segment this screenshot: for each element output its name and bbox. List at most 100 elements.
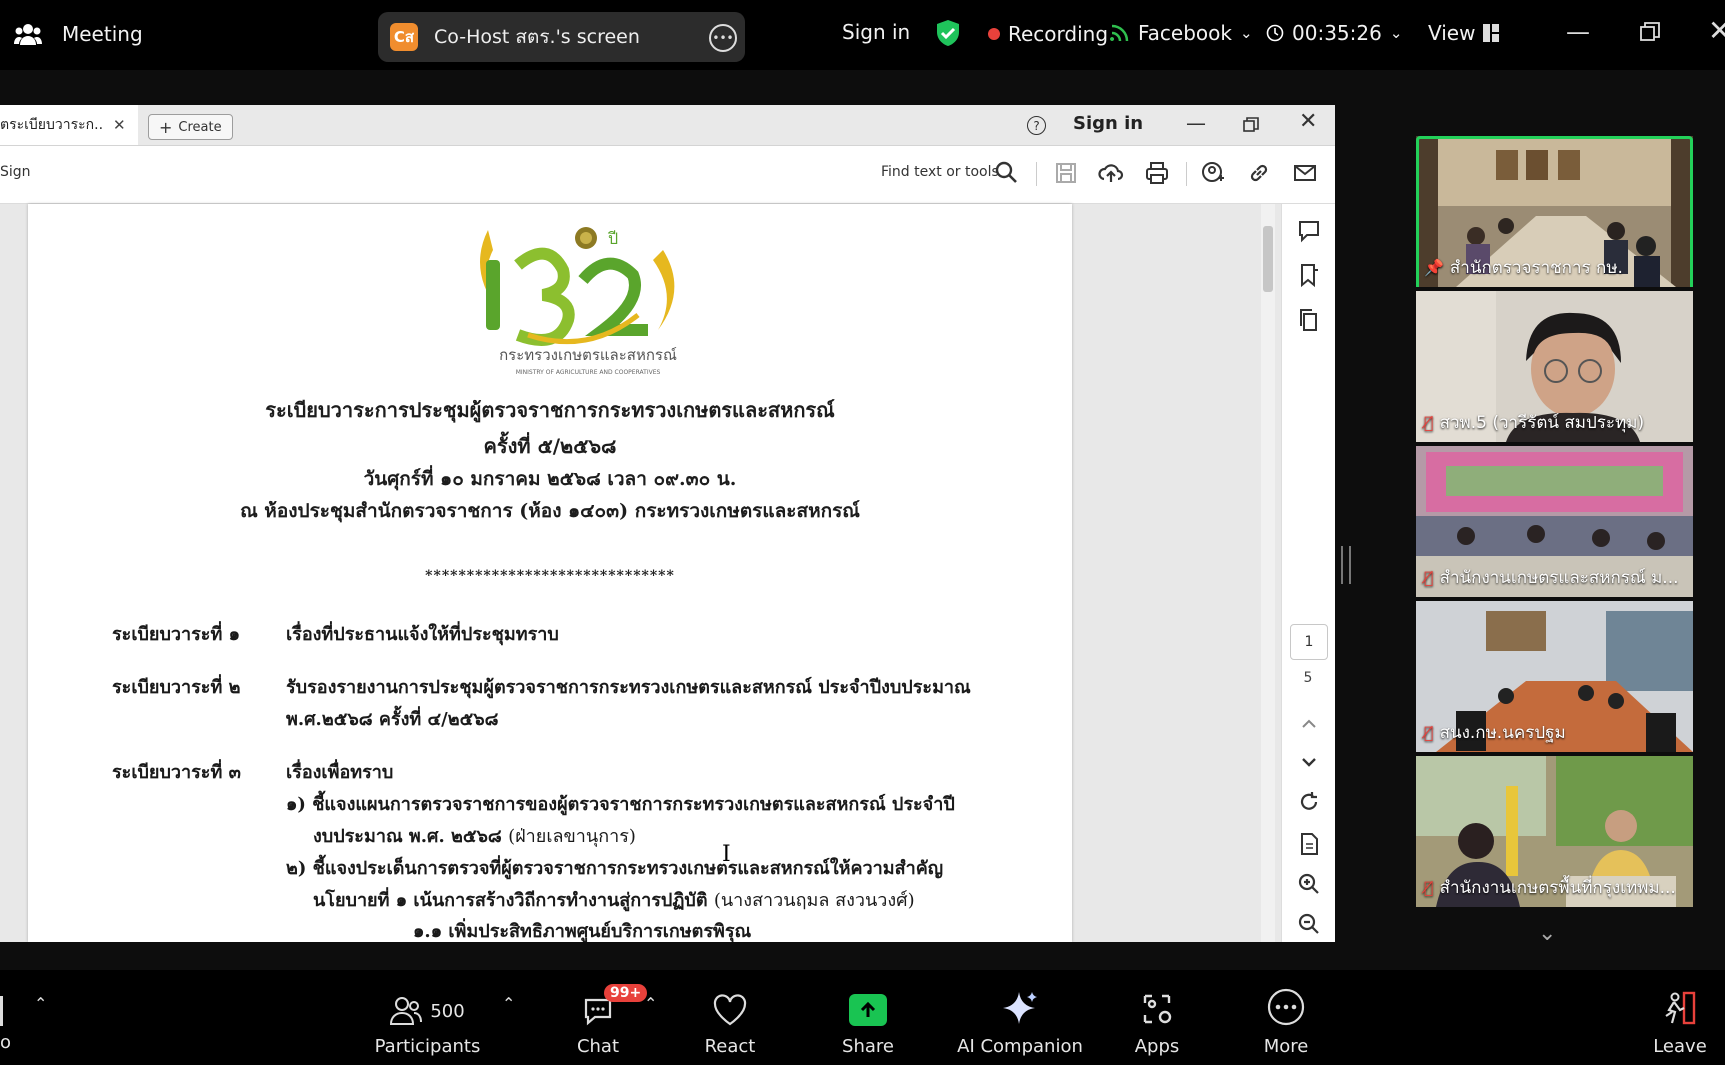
pdf-page[interactable]: ปี กระทรวงเกษตรและสหกรณ์ MINISTRY OF AGR…: [28, 204, 1072, 942]
meeting-menu[interactable]: Meeting: [14, 22, 143, 46]
item-1-line2: งบประมาณ พ.ศ. ๒๕๖๘ (ฝ่ายเลขานุการ): [313, 821, 636, 850]
recording-label: Recording: [1008, 22, 1109, 46]
more-options-icon[interactable]: •••: [709, 24, 737, 52]
participant-name-label: สำนักตรวจราชการ กษ.: [1449, 258, 1623, 278]
tab-close-icon[interactable]: ✕: [113, 116, 126, 134]
minimize-icon[interactable]: —: [1566, 18, 1590, 46]
agenda-2-text: รับรองรายงานการประชุมผู้ตรวจราชการกระทรว…: [286, 677, 971, 698]
leave-button[interactable]: Leave: [1652, 970, 1708, 1065]
people-icon: [14, 24, 42, 45]
chevron-up-icon[interactable]: ⌃: [502, 994, 515, 1013]
agenda-title: ระเบียบวาระการประชุมผู้ตรวจราชการกระทรวง…: [265, 398, 835, 422]
search-icon[interactable]: [994, 160, 1020, 186]
chat-button[interactable]: 99+ Chat: [570, 970, 648, 1065]
chat-label: Chat: [576, 1036, 620, 1057]
clock-icon: [1266, 24, 1284, 42]
sign-tool[interactable]: Sign: [0, 164, 31, 180]
more-icon: [1267, 988, 1305, 1026]
participant-tile[interactable]: 📌 สำนักตรวจราชการ กษ.: [1416, 136, 1693, 287]
sign-in-link[interactable]: Sign in: [842, 20, 910, 44]
cloud-upload-icon[interactable]: [1098, 160, 1124, 186]
document-viewport: ปี กระทรวงเกษตรและสหกรณ์ MINISTRY OF AGR…: [0, 204, 1335, 942]
security-shield[interactable]: [935, 19, 961, 47]
ai-companion-button[interactable]: AI Companion: [955, 970, 1085, 1065]
close-icon[interactable]: ✕: [1708, 14, 1725, 47]
page-number-input[interactable]: 1: [1290, 624, 1328, 660]
link-icon[interactable]: [1246, 160, 1272, 186]
participant-tile[interactable]: 🎙̸ สนง.กษ.นครปฐม: [1416, 601, 1693, 752]
zoom-out-icon[interactable]: [1296, 911, 1322, 937]
mic-muted-icon: 🎙̸: [1424, 568, 1434, 587]
save-icon[interactable]: [1053, 160, 1079, 186]
recording-indicator[interactable]: Recording: [988, 22, 1108, 46]
find-text-tool[interactable]: Find text or tools: [881, 164, 999, 180]
find-label: Find text or tools: [881, 164, 999, 180]
item-2-line1: ๒) ชี้แจงประเด็นการตรวจที่ผู้ตรวจราชการก…: [286, 858, 944, 879]
participant-name: 🎙̸ สำนักงานเกษตรพื้นที่กรุงเทพม...: [1424, 874, 1676, 901]
ai-companion-label: AI Companion: [957, 1036, 1083, 1057]
mic-muted-icon: 🎙̸: [1424, 413, 1434, 432]
react-button[interactable]: React: [700, 970, 760, 1065]
scrollbar-thumb[interactable]: [1263, 226, 1273, 292]
view-label: View: [1428, 21, 1476, 45]
create-button[interactable]: + Create: [148, 114, 233, 140]
partial-control-icon[interactable]: [0, 996, 3, 1026]
rotate-icon[interactable]: [1296, 789, 1322, 815]
screen-share-pill[interactable]: Cส Co-Host สตร.'s screen •••: [378, 12, 745, 62]
participant-name: 🎙̸ สนง.กษ.นครปฐม: [1424, 719, 1566, 746]
react-icon-wrap: [712, 976, 748, 1026]
participants-button[interactable]: 500 Participants: [370, 970, 485, 1065]
ai-icon-wrap: [1001, 976, 1039, 1026]
participant-tile[interactable]: 🎙̸ สำนักงานเกษตรพื้นที่กรุงเทพม...: [1416, 756, 1693, 907]
chevron-up-icon[interactable]: ⌃: [34, 994, 47, 1013]
timer-label: 00:35:26: [1292, 21, 1382, 45]
facebook-label: Facebook: [1138, 21, 1232, 45]
more-icon-wrap: [1267, 976, 1305, 1026]
bookmark-icon[interactable]: [1296, 262, 1322, 288]
document-tab[interactable]: ตระเบียบวาระก.. ✕: [0, 105, 138, 145]
chevron-down-icon[interactable]: ⌄: [1538, 921, 1556, 946]
acrobat-sign-in[interactable]: Sign in: [1073, 113, 1143, 134]
restore-icon[interactable]: [1640, 20, 1660, 48]
cohost-avatar: Cส: [390, 23, 418, 51]
shield-check-icon: [937, 20, 959, 46]
shared-screen-acrobat: ตระเบียบวาระก.. ✕ + Create ? Sign in — ✕…: [0, 105, 1335, 942]
acrobat-close-icon[interactable]: ✕: [1299, 109, 1317, 134]
participant-name-label: สำนักงานเกษตรและสหกรณ์ ม...: [1439, 568, 1679, 588]
help-icon[interactable]: ?: [1027, 116, 1046, 135]
meeting-timer[interactable]: 00:35:26 ⌄: [1266, 21, 1402, 45]
panel-resize-handle[interactable]: [1341, 546, 1351, 584]
logo-text: กระทรวงเกษตรและสหกรณ์: [499, 346, 677, 364]
share-button[interactable]: Share: [838, 970, 898, 1065]
view-menu[interactable]: View: [1428, 21, 1500, 45]
item-2-line2: นโยบายที่ ๑ เน้นการสร้างวิถีการทำงานสู่ก…: [313, 885, 915, 914]
email-icon[interactable]: [1292, 160, 1318, 186]
acrobat-minimize-icon[interactable]: —: [1186, 111, 1206, 135]
participant-tile[interactable]: 🎙̸ สวพ.5 (วารีรัตน์ สมประทุม): [1416, 291, 1693, 442]
participant-name: 🎙̸ สวพ.5 (วารีรัตน์ สมประทุม): [1424, 409, 1644, 436]
chevron-up-icon[interactable]: [1296, 711, 1322, 737]
document-scrollbar[interactable]: [1261, 204, 1275, 942]
acrobat-restore-icon[interactable]: [1243, 114, 1259, 138]
livestream-facebook[interactable]: Facebook ⌄: [1110, 21, 1253, 45]
apps-button[interactable]: Apps: [1130, 970, 1184, 1065]
toolbar-divider: [1186, 162, 1187, 186]
chevron-up-icon[interactable]: ⌃: [644, 994, 657, 1013]
participant-name: 📌 สำนักตรวจราชการ กษ.: [1424, 254, 1623, 281]
page-fit-icon[interactable]: [1296, 831, 1322, 857]
comment-icon[interactable]: [1296, 218, 1322, 244]
item-2-owner: (นางสาวนฤมล สงวนวงศ์): [713, 890, 915, 911]
participant-tile[interactable]: 🎙̸ สำนักงานเกษตรและสหกรณ์ ม...: [1416, 446, 1693, 597]
pages-icon[interactable]: [1296, 307, 1322, 333]
share-person-icon[interactable]: [1200, 160, 1226, 186]
agenda-2-label: ระเบียบวาระที่ ๒: [112, 677, 241, 698]
zoom-in-icon[interactable]: [1296, 871, 1322, 897]
participant-name-label: สวพ.5 (วารีรัตน์ สมประทุม): [1439, 413, 1645, 433]
print-icon[interactable]: [1144, 160, 1170, 186]
participant-name-label: สำนักงานเกษตรพื้นที่กรุงเทพม...: [1439, 878, 1676, 898]
chevron-down-icon[interactable]: [1296, 749, 1322, 775]
pin-icon: 📌: [1424, 258, 1444, 277]
item-2-policy: นโยบายที่ ๑ เน้นการสร้างวิถีการทำงานสู่ก…: [313, 890, 708, 911]
more-button[interactable]: More: [1258, 970, 1314, 1065]
item-1-budget: งบประมาณ พ.ศ. ๒๕๖๘: [313, 826, 502, 847]
